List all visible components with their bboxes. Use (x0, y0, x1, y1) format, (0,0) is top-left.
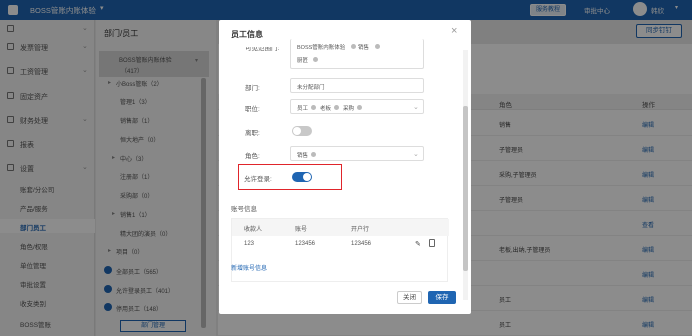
trash-icon[interactable] (429, 239, 435, 247)
chevron-down-icon[interactable]: ⌄ (413, 150, 419, 158)
tag-text: 销售 (297, 153, 309, 159)
account-bank: 123456 (351, 241, 372, 247)
tag-text: 销售 (358, 45, 370, 51)
remove-tag-icon[interactable] (313, 57, 318, 62)
column-header-account: 账号 (295, 227, 308, 233)
remove-tag-icon[interactable] (357, 105, 362, 110)
column-header-bank: 开户行 (351, 227, 370, 233)
modal-title: 员工信息 (231, 30, 263, 39)
visible-scope-label: 可见范围门: (245, 45, 280, 52)
remove-tag-icon[interactable] (311, 105, 316, 110)
allow-login-label: 允许登录: (244, 176, 272, 183)
column-header-payee: 收款人 (244, 227, 263, 233)
department-value: 未分配部门 (297, 85, 325, 91)
add-account-link[interactable]: 新增账号信息 (231, 263, 267, 272)
tag-text: 员工 (297, 106, 309, 112)
role-label: 角色: (245, 153, 260, 160)
edit-icon[interactable]: ✎ (415, 240, 421, 248)
resign-label: 离职: (245, 130, 260, 137)
remove-tag-icon[interactable] (375, 44, 380, 49)
allow-login-toggle[interactable] (292, 172, 312, 182)
role-select[interactable]: 销售 ⌄ (290, 146, 424, 161)
department-label: 部门: (245, 85, 260, 92)
account-table: 收款人 账号 开户行 123 123456 123456 ✎ (231, 218, 449, 282)
remove-tag-icon[interactable] (334, 105, 339, 110)
position-select[interactable]: 员工 老板 采购 ⌄ (290, 99, 424, 114)
account-payee: 123 (244, 241, 255, 247)
position-label: 职位: (245, 106, 260, 113)
tag-text: 厨匠 (297, 58, 309, 64)
visible-scope-select[interactable]: BOSS管账内账体验 销售 厨匠 (290, 39, 424, 69)
close-icon[interactable]: × (451, 25, 457, 37)
toggle-knob (293, 127, 301, 135)
remove-tag-icon[interactable] (311, 152, 316, 157)
close-button[interactable]: 关闭 (397, 291, 422, 304)
account-number: 123456 (295, 241, 316, 247)
chevron-down-icon[interactable]: ⌄ (413, 103, 419, 111)
tag-text: 采购 (343, 106, 355, 112)
table-row: 123 123456 123456 ✎ (232, 236, 449, 255)
tag-text: 老板 (320, 106, 332, 112)
account-table-header: 收款人 账号 开户行 (232, 219, 449, 236)
account-section-title: 账号信息 (231, 206, 257, 213)
tag-text: BOSS管账内账体验 (297, 45, 346, 51)
department-input[interactable]: 未分配部门 (290, 78, 424, 93)
resign-toggle[interactable] (292, 126, 312, 136)
remove-tag-icon[interactable] (351, 44, 356, 49)
employee-info-modal: 员工信息 × 可见范围门: BOSS管账内账体验 销售 厨匠 部门: 未分配部门… (219, 20, 471, 314)
toggle-knob (303, 173, 311, 181)
save-button[interactable]: 保存 (428, 291, 456, 304)
modal-scrollbar[interactable] (463, 106, 468, 271)
